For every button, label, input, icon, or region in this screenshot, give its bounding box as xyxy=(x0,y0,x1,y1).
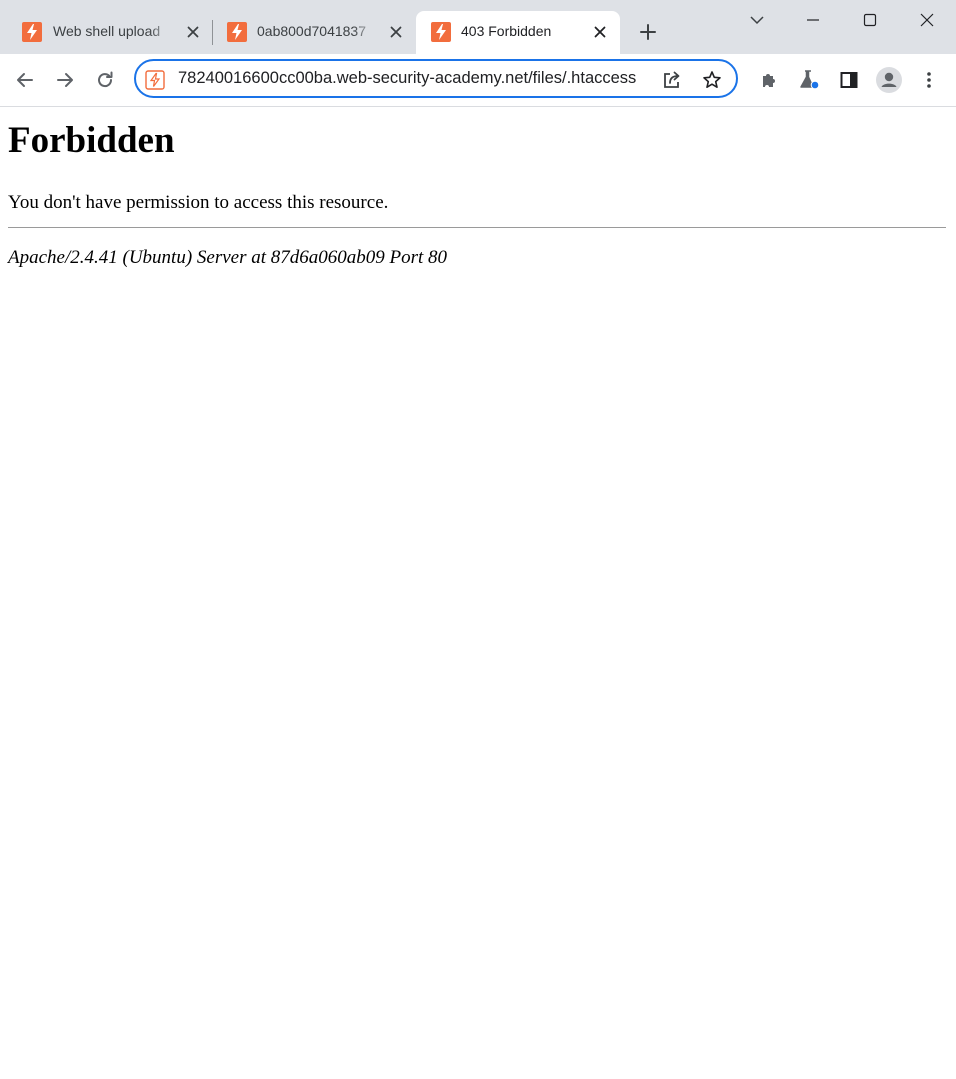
tab-search-button[interactable] xyxy=(734,4,780,36)
reload-icon xyxy=(98,71,113,88)
web-security-academy-icon xyxy=(431,21,451,43)
tab-title: 403 Forbidden xyxy=(461,23,552,39)
maximize-icon xyxy=(863,13,877,27)
site-info-icon[interactable] xyxy=(145,70,165,90)
tab-title: Web shell upload xyxy=(53,23,161,39)
server-signature: Apache/2.4.41 (Ubuntu) Server at 87d6a06… xyxy=(8,247,448,268)
more-vert-icon xyxy=(927,72,931,88)
tab-strip: Web shell upload 0ab800d7041837 403 Forb… xyxy=(0,0,956,54)
tab-title: 0ab800d7041837 xyxy=(257,23,367,39)
bookmark-button[interactable] xyxy=(699,67,725,93)
close-window-button[interactable] xyxy=(904,4,950,36)
star-icon xyxy=(703,71,721,88)
menu-button[interactable] xyxy=(915,66,943,94)
close-icon[interactable] xyxy=(591,23,609,41)
new-tab-button[interactable] xyxy=(634,18,662,46)
forward-button[interactable] xyxy=(51,66,79,94)
browser-toolbar: 78240016600cc00ba.web-security-academy.n… xyxy=(0,54,956,107)
page-heading: Forbidden xyxy=(8,120,175,161)
reload-button[interactable] xyxy=(91,66,119,94)
puzzle-icon xyxy=(763,74,775,87)
maximize-button[interactable] xyxy=(847,4,893,36)
arrow-left-icon xyxy=(17,73,33,87)
error-message: You don't have permission to access this… xyxy=(8,192,389,213)
share-button[interactable] xyxy=(659,67,685,93)
profile-button[interactable] xyxy=(875,66,903,94)
avatar-icon xyxy=(876,67,902,93)
minimize-button[interactable] xyxy=(790,4,836,36)
side-panel-icon xyxy=(840,72,858,88)
close-icon xyxy=(920,13,934,27)
plus-icon xyxy=(640,24,656,40)
divider xyxy=(8,227,946,228)
labs-button[interactable] xyxy=(795,66,823,94)
tab-separator xyxy=(212,20,213,45)
web-security-academy-icon xyxy=(22,21,42,43)
close-icon[interactable] xyxy=(387,23,405,41)
url-text[interactable]: 78240016600cc00ba.web-security-academy.n… xyxy=(178,69,658,88)
tab-lab-home[interactable]: 0ab800d7041837 xyxy=(214,11,416,54)
back-button[interactable] xyxy=(11,66,39,94)
address-bar[interactable]: 78240016600cc00ba.web-security-academy.n… xyxy=(134,59,738,98)
side-panel-button[interactable] xyxy=(835,66,863,94)
close-icon[interactable] xyxy=(184,23,202,41)
tab-403-forbidden[interactable]: 403 Forbidden xyxy=(416,11,620,54)
flask-icon xyxy=(800,70,820,90)
chevron-down-icon xyxy=(750,16,764,25)
arrow-right-icon xyxy=(57,73,73,87)
share-icon xyxy=(664,71,680,88)
web-security-academy-icon xyxy=(227,21,247,43)
tab-web-shell-upload[interactable]: Web shell upload xyxy=(8,11,212,54)
extensions-button[interactable] xyxy=(755,66,783,94)
minimize-icon xyxy=(807,19,819,21)
